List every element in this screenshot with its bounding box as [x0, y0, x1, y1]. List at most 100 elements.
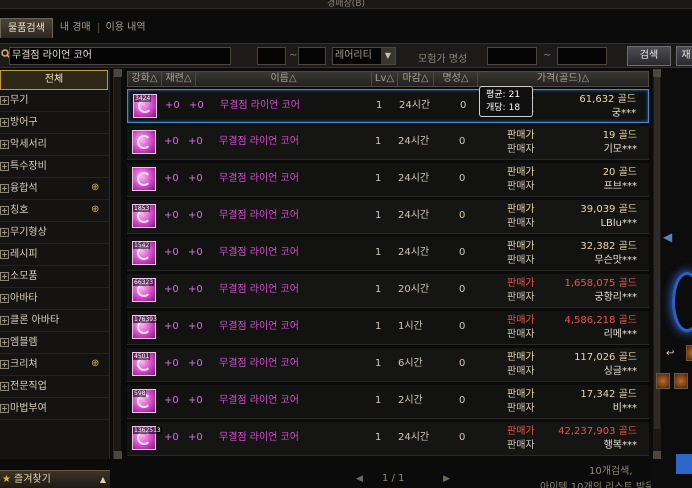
expand-icon[interactable]: + — [0, 228, 9, 237]
expand-icon[interactable]: + — [0, 360, 9, 369]
expand-icon[interactable]: + — [0, 140, 9, 149]
expand-icon[interactable]: + — [0, 184, 9, 193]
seller-name: LBlu*** — [600, 218, 637, 229]
table-row[interactable]: 66323 +0 +0 무결점 라이언 코어 1 20시간 0 판매가 판매자 1,658,075… — [127, 274, 649, 308]
table-row[interactable]: +0 +0 무결점 라이언 코어 1 24시간 0 판매가 판매자 19 골드 기모*** — [127, 126, 649, 160]
price-value: 17,342 골드 — [580, 389, 637, 400]
magnifier-icon[interactable]: ⊕ — [91, 358, 103, 370]
sidebar-item-emblem[interactable]: + 엠블렘 — [0, 332, 109, 354]
expand-icon[interactable]: + — [0, 250, 9, 259]
sidebar-item-recipe[interactable]: + 레시피 — [0, 244, 109, 266]
core-item-icon[interactable]: 1853 — [132, 204, 156, 228]
scroll-down-button[interactable] — [114, 451, 122, 459]
character-thumb-icon[interactable] — [674, 373, 688, 389]
sidebar-item-title[interactable]: + 칭호 ⊕ — [0, 200, 109, 222]
core-item-icon[interactable]: 4501 — [132, 352, 156, 376]
expand-icon[interactable]: + — [0, 118, 9, 127]
expand-icon[interactable]: + — [0, 206, 9, 215]
expand-icon[interactable]: + — [0, 404, 9, 413]
table-row[interactable]: 1362513 +0 +0 무결점 라이언 코어 1 24시간 0 판매가 판매자 42,237,… — [127, 422, 649, 456]
header-refine[interactable]: 재련△ — [162, 72, 196, 86]
sidebar-item-clone-avatar[interactable]: + 클론 아바타 — [0, 310, 109, 332]
price-labels: 판매가판매자 — [507, 203, 541, 231]
item-name-input[interactable]: 무결점 라이언 코어 — [9, 47, 231, 65]
header-fame[interactable]: 명성△ — [434, 72, 478, 86]
prev-page-icon[interactable]: ◀ — [356, 474, 363, 484]
expand-icon[interactable]: + — [0, 272, 9, 281]
magnifier-icon[interactable]: ⊕ — [91, 204, 103, 216]
expire-time: 24시간 — [398, 173, 430, 184]
table-row[interactable]: 1542 +0 +0 무결점 라이언 코어 1 24시간 0 판매가 판매자 32,382 골드 무… — [127, 237, 649, 271]
core-item-icon[interactable]: 598 — [132, 389, 156, 413]
search-button[interactable]: 검색 — [627, 46, 671, 66]
level-max-input[interactable] — [298, 47, 326, 65]
expand-icon[interactable]: + — [0, 382, 9, 391]
core-item-icon[interactable]: 1362513 — [132, 426, 162, 450]
refine-value: +0 — [188, 173, 203, 184]
sidebar-item-armor[interactable]: + 방어구 — [0, 112, 109, 134]
header-name[interactable]: 이름△ — [196, 72, 372, 86]
expand-icon[interactable]: + — [0, 294, 9, 303]
magnifier-icon[interactable]: ⊕ — [91, 182, 103, 194]
core-item-icon[interactable]: 176393 — [132, 315, 158, 339]
level-min-input[interactable] — [257, 47, 286, 65]
table-row[interactable]: 598 +0 +0 무결점 라이언 코어 1 2시간 0 판매가 판매자 17,342 골드 비**… — [127, 385, 649, 419]
table-row[interactable]: 176393 +0 +0 무결점 라이언 코어 1 1시간 0 판매가 판매자 4,586,218… — [127, 311, 649, 345]
core-item-icon[interactable]: 1542 — [132, 241, 156, 265]
sidebar-item-enchant[interactable]: + 마법부여 — [0, 398, 109, 420]
sidebar-scrollbar[interactable] — [113, 69, 122, 459]
sidebar-item-consumable[interactable]: + 소모품 — [0, 266, 109, 288]
sidebar-item-creature[interactable]: + 크리쳐 ⊕ — [0, 354, 109, 376]
core-item-icon[interactable]: 3424 — [133, 94, 157, 118]
header-price[interactable]: 가격(골드)△ — [478, 72, 648, 86]
price-labels: 판매가판매자 — [507, 314, 541, 342]
table-row[interactable]: 1853 +0 +0 무결점 라이언 코어 1 24시간 0 판매가 판매자 39,039 골드 L… — [127, 200, 649, 234]
table-row[interactable]: 3424+0+0무결점 라이언 코어124시간0판매가판매자61,632 골드궁… — [127, 89, 649, 123]
character-thumb-icon[interactable] — [656, 373, 670, 389]
side-action-button[interactable] — [676, 454, 692, 474]
fame-max-input[interactable] — [557, 47, 607, 65]
sidebar-item-weapon[interactable]: + 무기 — [0, 90, 109, 112]
rarity-select[interactable]: 레어리티 ▼ — [332, 47, 396, 65]
window-title: 경매장(B) — [326, 0, 366, 9]
sidebar-item-accessory[interactable]: + 악세서리 — [0, 134, 109, 156]
swap-icon[interactable]: ↩ — [666, 348, 674, 359]
collapse-arrow-icon[interactable]: ◀ — [663, 230, 672, 244]
next-page-icon[interactable]: ▶ — [443, 474, 450, 484]
price-block: 판매가 판매자 32,382 골드 무슨맛*** — [507, 240, 637, 268]
character-thumb-icon[interactable] — [686, 345, 692, 361]
table-row[interactable]: +0 +0 무결점 라이언 코어 1 24시간 0 판매가 판매자 20 골드 프브*** — [127, 163, 649, 197]
fame-value: 0 — [459, 247, 466, 258]
tab-history[interactable]: 이용 내역 — [99, 18, 153, 38]
expand-icon[interactable]: + — [0, 338, 9, 347]
tab-item-search[interactable]: 물품검색 — [0, 18, 53, 38]
sidebar-item-special-equipment[interactable]: + 특수장비 — [0, 156, 109, 178]
tooltip-average: 평균: 21 — [486, 90, 521, 100]
core-item-icon[interactable]: 66323 — [132, 278, 156, 302]
expand-icon[interactable]: + — [0, 162, 9, 171]
sidebar-item-profession[interactable]: + 전문직업 — [0, 376, 109, 398]
sidebar-item-all[interactable]: 전체 — [0, 70, 108, 90]
header-level[interactable]: Lv△ — [372, 72, 398, 86]
core-item-icon[interactable] — [132, 130, 156, 154]
chevron-down-icon[interactable]: ▼ — [381, 48, 395, 64]
sidebar-item-weapon-appearance[interactable]: + 무기형상 — [0, 222, 109, 244]
scroll-up-button[interactable] — [653, 69, 661, 77]
fame-min-input[interactable] — [487, 47, 537, 65]
seller-name: 비*** — [612, 403, 637, 414]
tab-my-auction[interactable]: 내 경매 — [53, 18, 98, 38]
results-scrollbar[interactable] — [653, 69, 661, 459]
expand-icon[interactable]: + — [0, 316, 9, 325]
header-expire[interactable]: 마감△ — [398, 72, 434, 86]
sidebar-item-fusion-stone[interactable]: + 융합석 ⊕ — [0, 178, 109, 200]
core-item-icon[interactable] — [132, 167, 156, 191]
scroll-up-button[interactable] — [114, 69, 122, 77]
header-enhance[interactable]: 강화△ — [128, 72, 162, 86]
reset-button[interactable]: 재 — [676, 46, 692, 66]
sidebar-item-avatar[interactable]: + 아바타 — [0, 288, 109, 310]
favorites-button[interactable]: ★ 즐겨찾기 ▲ — [0, 470, 110, 488]
scroll-down-button[interactable] — [653, 451, 661, 459]
sale-price-label: 판매가 — [507, 426, 535, 437]
table-row[interactable]: 4501 +0 +0 무결점 라이언 코어 1 6시간 0 판매가 판매자 117,026 골드 싱… — [127, 348, 649, 382]
expand-icon[interactable]: + — [0, 96, 9, 105]
